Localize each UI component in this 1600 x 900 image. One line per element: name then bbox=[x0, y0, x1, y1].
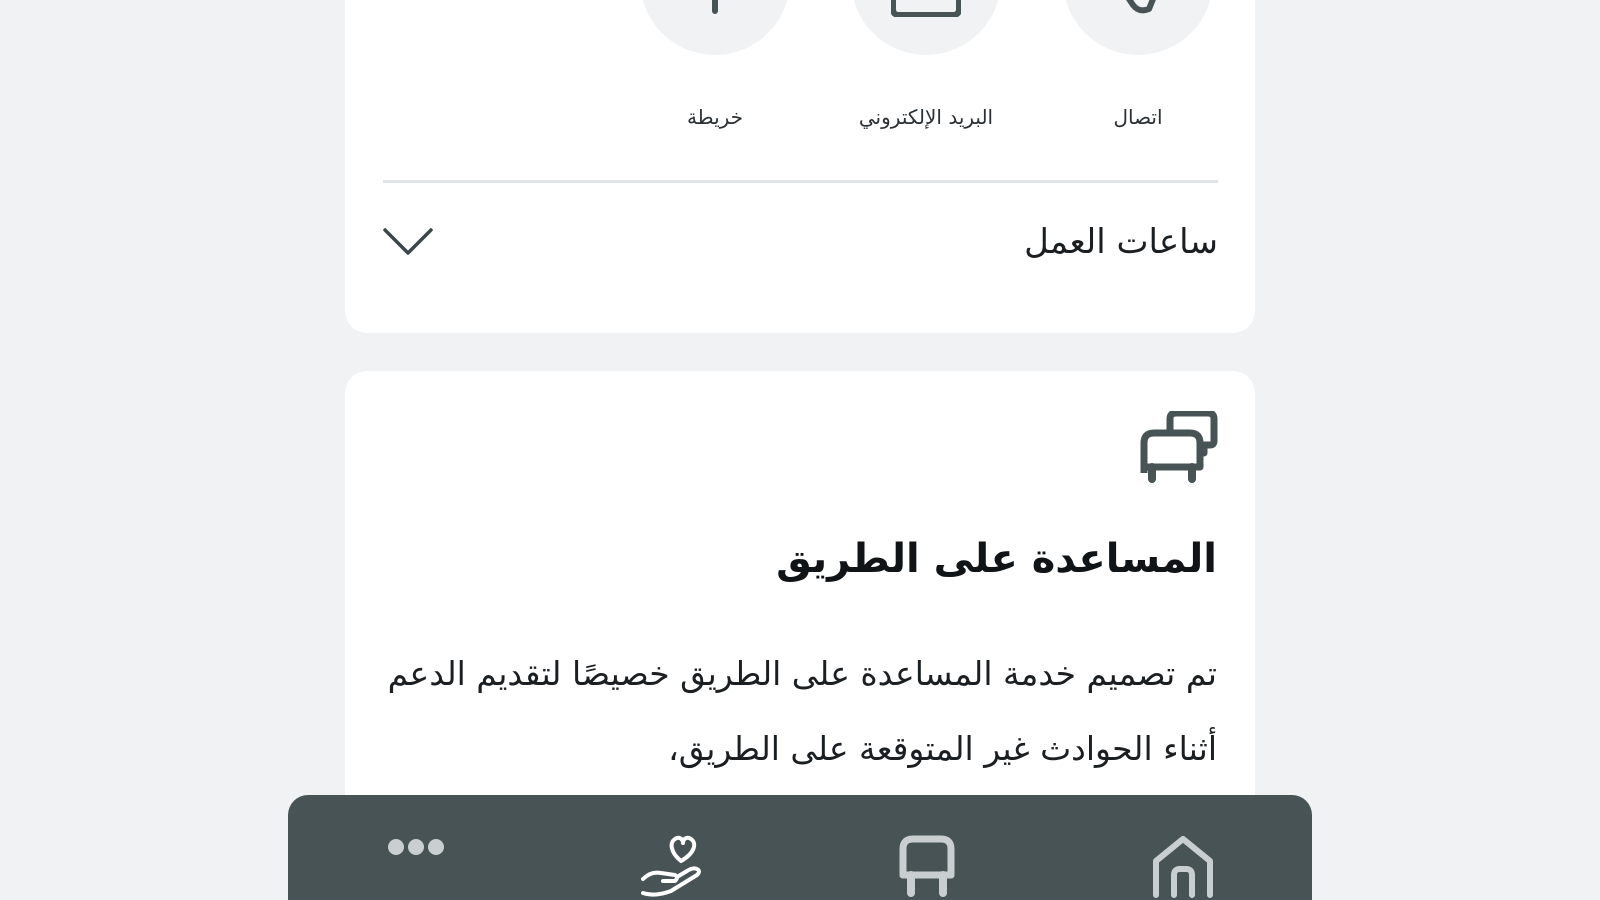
bottom-navigation bbox=[288, 795, 1312, 900]
working-hours-toggle[interactable]: ساعات العمل bbox=[383, 192, 1218, 292]
hand-heart-icon bbox=[641, 835, 701, 897]
call-button[interactable] bbox=[1063, 0, 1213, 55]
divider bbox=[383, 180, 1218, 183]
home-icon bbox=[1153, 836, 1213, 898]
mail-icon bbox=[891, 0, 961, 17]
roadside-assistance-title: المساعدة على الطريق bbox=[776, 536, 1217, 582]
roadside-assistance-description: تم تصميم خدمة المساعدة على الطريق خصيصًا… bbox=[387, 654, 1217, 768]
more-icon bbox=[388, 839, 444, 855]
email-label: البريد الإلكتروني bbox=[858, 105, 994, 129]
nav-item-more[interactable] bbox=[376, 835, 456, 900]
phone-icon bbox=[1126, 0, 1156, 14]
car-icon bbox=[899, 835, 955, 897]
call-label: اتصال bbox=[1113, 105, 1163, 129]
email-button[interactable] bbox=[851, 0, 1001, 55]
chevron-down-icon bbox=[383, 227, 433, 257]
app-screen: اتصال البريد الإلكتروني خريطة ساعات العم… bbox=[0, 0, 1600, 900]
map-pin-icon bbox=[712, 0, 718, 14]
nav-item-home[interactable] bbox=[1143, 835, 1223, 900]
map-label: خريطة bbox=[686, 105, 744, 129]
map-button[interactable] bbox=[640, 0, 790, 55]
working-hours-label: ساعات العمل bbox=[1024, 222, 1218, 262]
contact-card: اتصال البريد الإلكتروني خريطة ساعات العم… bbox=[345, 0, 1255, 333]
vehicles-icon bbox=[1140, 409, 1218, 483]
nav-item-care[interactable] bbox=[632, 835, 712, 900]
nav-item-vehicle[interactable] bbox=[887, 835, 967, 900]
